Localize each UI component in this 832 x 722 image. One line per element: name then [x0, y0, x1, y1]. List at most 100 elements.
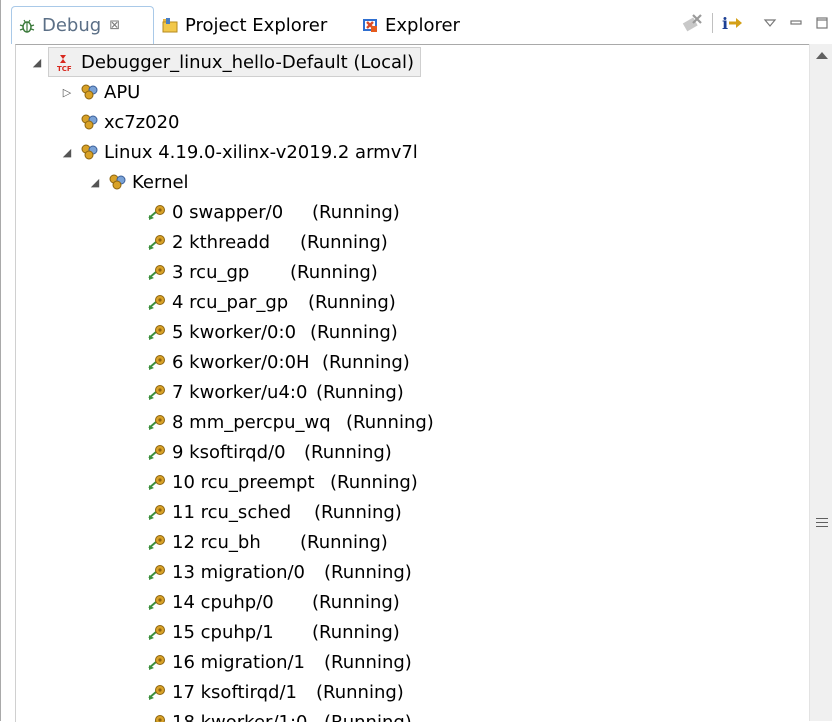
view-menu-icon[interactable] — [763, 11, 777, 35]
context-icon — [108, 173, 126, 191]
thread-running-icon — [148, 683, 166, 701]
thread-running-icon — [148, 293, 166, 311]
process-state: (Running) — [290, 262, 378, 283]
tab-project-explorer-label: Project Explorer — [185, 15, 327, 36]
tree-item-linux[interactable]: ◢ Linux 4.19.0-xilinx-v2019.2 armv7l — [60, 137, 418, 167]
tree-item-process[interactable]: 4 rcu_par_gp(Running) — [142, 287, 288, 317]
expanded-twisty-icon[interactable]: ◢ — [88, 175, 102, 189]
toolbar-separator — [712, 13, 713, 33]
tree-item-process[interactable]: 9 ksoftirqd/0(Running) — [142, 437, 286, 467]
thread-running-icon — [148, 503, 166, 521]
process-name: 15 cpuhp/1 — [172, 622, 274, 643]
collapsed-twisty-icon[interactable]: ▷ — [60, 85, 74, 99]
thread-running-icon — [148, 593, 166, 611]
step-into-icon[interactable]: i — [719, 11, 745, 35]
thread-running-icon — [148, 383, 166, 401]
scroll-up-arrow-icon[interactable] — [816, 52, 828, 59]
debug-view: Debug ⊠ Project Explorer — [0, 0, 832, 721]
process-state: (Running) — [316, 682, 404, 703]
process-name: 5 kworker/0:0 — [172, 322, 296, 343]
tree-item-launch[interactable]: ◢ TCF Debugger_linux_hello-Default (Loca… — [30, 47, 421, 77]
thread-running-icon — [148, 653, 166, 671]
tree-item-process[interactable]: 6 kworker/0:0H(Running) — [142, 347, 310, 377]
tree-item-process[interactable]: 11 rcu_sched(Running) — [142, 497, 291, 527]
thread-running-icon — [148, 263, 166, 281]
process-state: (Running) — [346, 412, 434, 433]
maximize-icon[interactable] — [815, 11, 829, 35]
process-state: (Running) — [308, 292, 396, 313]
tree-item-process[interactable]: 17 ksoftirqd/1(Running) — [142, 677, 297, 707]
process-name: 12 rcu_bh — [172, 532, 261, 553]
linux-label: Linux 4.19.0-xilinx-v2019.2 armv7l — [104, 142, 418, 163]
tcf-launch-icon: TCF — [57, 53, 75, 71]
thread-running-icon — [148, 323, 166, 341]
process-state: (Running) — [304, 442, 392, 463]
process-state: (Running) — [324, 712, 412, 722]
tab-explorer[interactable]: Explorer — [361, 6, 460, 44]
tree-item-process[interactable]: 16 migration/1(Running) — [142, 647, 305, 677]
selected-row[interactable]: TCF Debugger_linux_hello-Default (Local) — [48, 47, 421, 77]
expanded-twisty-icon[interactable]: ◢ — [30, 55, 44, 69]
tree-item-process[interactable]: 12 rcu_bh(Running) — [142, 527, 261, 557]
debug-icon — [18, 17, 36, 35]
process-name: 3 rcu_gp — [172, 262, 249, 283]
process-state: (Running) — [324, 652, 412, 673]
process-name: 13 migration/0 — [172, 562, 305, 583]
tree-item-process[interactable]: 7 kworker/u4:0(Running) — [142, 377, 307, 407]
debug-tree: ◢ TCF Debugger_linux_hello-Default (Loca… — [15, 44, 810, 722]
thread-running-icon — [148, 413, 166, 431]
context-icon — [80, 143, 98, 161]
tree-item-process[interactable]: 5 kworker/0:0(Running) — [142, 317, 296, 347]
remove-all-terminated-icon[interactable] — [680, 11, 704, 35]
tree-item-process[interactable]: 3 rcu_gp(Running) — [142, 257, 249, 287]
tree-item-process[interactable]: 8 mm_percpu_wq(Running) — [142, 407, 331, 437]
thread-running-icon — [148, 203, 166, 221]
explorer-icon — [361, 16, 379, 34]
device-label: xc7z020 — [104, 112, 180, 133]
process-state: (Running) — [312, 622, 400, 643]
kernel-label: Kernel — [132, 172, 189, 193]
minimize-icon[interactable] — [789, 11, 803, 35]
vertical-scrollbar[interactable] — [809, 44, 832, 721]
process-name: 16 migration/1 — [172, 652, 305, 673]
tree-item-process[interactable]: 13 migration/0(Running) — [142, 557, 305, 587]
process-name: 0 swapper/0 — [172, 202, 283, 223]
expanded-twisty-icon[interactable]: ◢ — [60, 145, 74, 159]
thread-running-icon — [148, 443, 166, 461]
tree-item-process[interactable]: 10 rcu_preempt(Running) — [142, 467, 315, 497]
process-state: (Running) — [300, 532, 388, 553]
tab-project-explorer[interactable]: Project Explorer — [161, 6, 327, 44]
tab-debug-label: Debug — [42, 15, 101, 36]
tree-item-process[interactable]: 18 kworker/1:0(Running) — [142, 707, 307, 722]
tree-item-process[interactable]: 15 cpuhp/1(Running) — [142, 617, 274, 647]
tree-item-process[interactable]: 0 swapper/0(Running) — [142, 197, 283, 227]
tree-item-device[interactable]: xc7z020 — [74, 107, 180, 137]
scroll-thumb-grip-icon[interactable] — [816, 518, 828, 530]
tree-item-kernel[interactable]: ◢ Kernel — [88, 167, 189, 197]
thread-running-icon — [148, 233, 166, 251]
svg-text:TCF: TCF — [57, 65, 72, 73]
tree-item-apu[interactable]: ▷ APU — [60, 77, 140, 107]
tab-debug[interactable]: Debug ⊠ — [11, 6, 154, 44]
apu-label: APU — [104, 82, 140, 103]
thread-running-icon — [148, 473, 166, 491]
thread-running-icon — [148, 533, 166, 551]
process-name: 6 kworker/0:0H — [172, 352, 310, 373]
process-state: (Running) — [330, 472, 418, 493]
thread-running-icon — [148, 563, 166, 581]
svg-text:i: i — [722, 14, 728, 33]
process-state: (Running) — [316, 382, 404, 403]
process-name: 4 rcu_par_gp — [172, 292, 288, 313]
process-state: (Running) — [324, 562, 412, 583]
process-name: 2 kthreadd — [172, 232, 270, 253]
project-explorer-icon — [161, 16, 179, 34]
process-name: 14 cpuhp/0 — [172, 592, 274, 613]
tab-close-icon[interactable]: ⊠ — [109, 18, 120, 33]
process-name: 9 ksoftirqd/0 — [172, 442, 286, 463]
process-state: (Running) — [322, 352, 410, 373]
launch-label: Debugger_linux_hello-Default (Local) — [81, 52, 414, 73]
tree-item-process[interactable]: 14 cpuhp/0(Running) — [142, 587, 274, 617]
process-state: (Running) — [312, 202, 400, 223]
thread-running-icon — [148, 623, 166, 641]
tree-item-process[interactable]: 2 kthreadd(Running) — [142, 227, 270, 257]
